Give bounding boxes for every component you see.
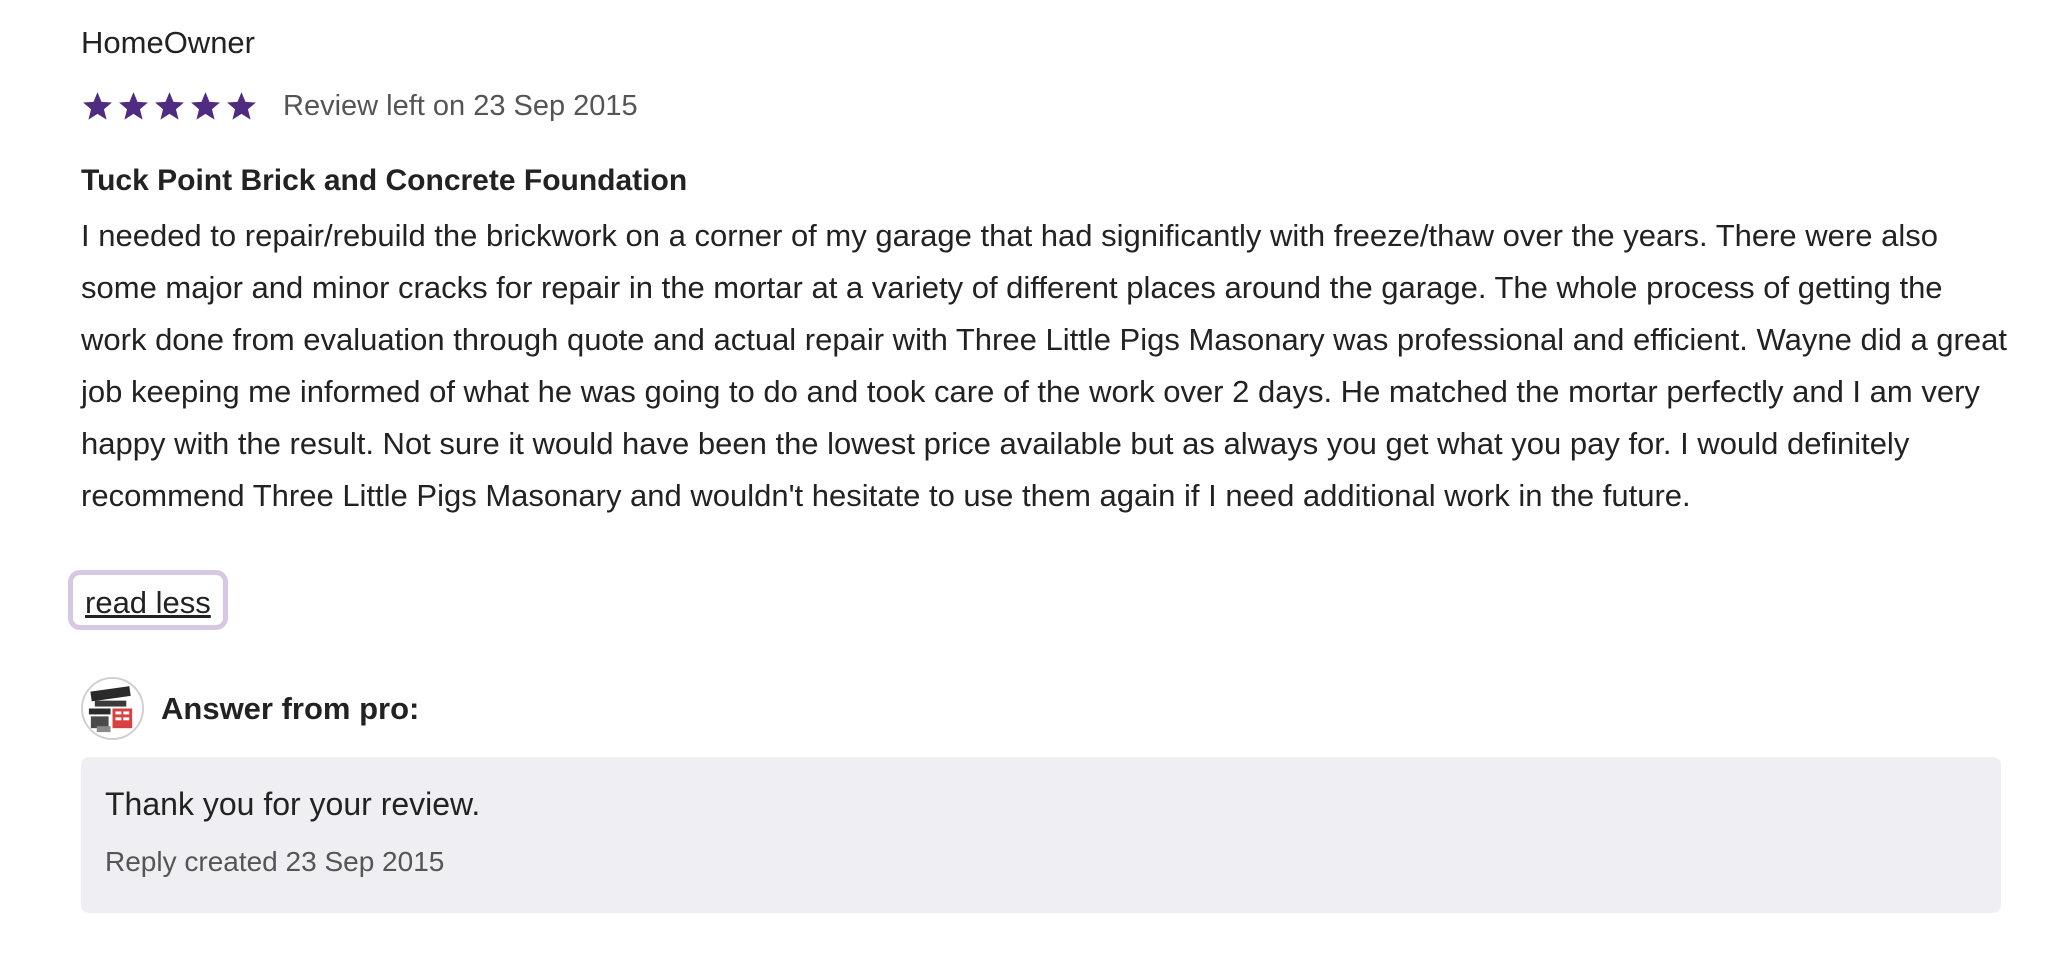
answer-from-pro-label: Answer from pro:: [161, 690, 420, 726]
star-icon: [227, 91, 256, 120]
rating-row: Review left on 23 Sep 2015: [81, 84, 638, 128]
star-icon: [155, 91, 184, 120]
review-title: Tuck Point Brick and Concrete Foundation: [81, 164, 688, 197]
reviewer-name: HomeOwner: [81, 25, 255, 60]
review-body: I needed to repair/rebuild the brickwork…: [81, 218, 2007, 513]
star-icon: [191, 91, 220, 120]
pro-reply-box: Thank you for your review. Reply created…: [81, 757, 2001, 913]
review-date: Review left on 23 Sep 2015: [283, 89, 638, 122]
pro-answer-header: Answer from pro:: [81, 677, 419, 740]
pro-reply-text: Thank you for your review.: [105, 786, 481, 822]
pro-reply-date: Reply created 23 Sep 2015: [105, 846, 445, 877]
star-rating: [81, 90, 258, 123]
star-icon: [83, 91, 112, 120]
company-logo-avatar: [81, 677, 144, 740]
read-less-link[interactable]: read less: [68, 570, 228, 630]
star-icon: [119, 91, 148, 120]
